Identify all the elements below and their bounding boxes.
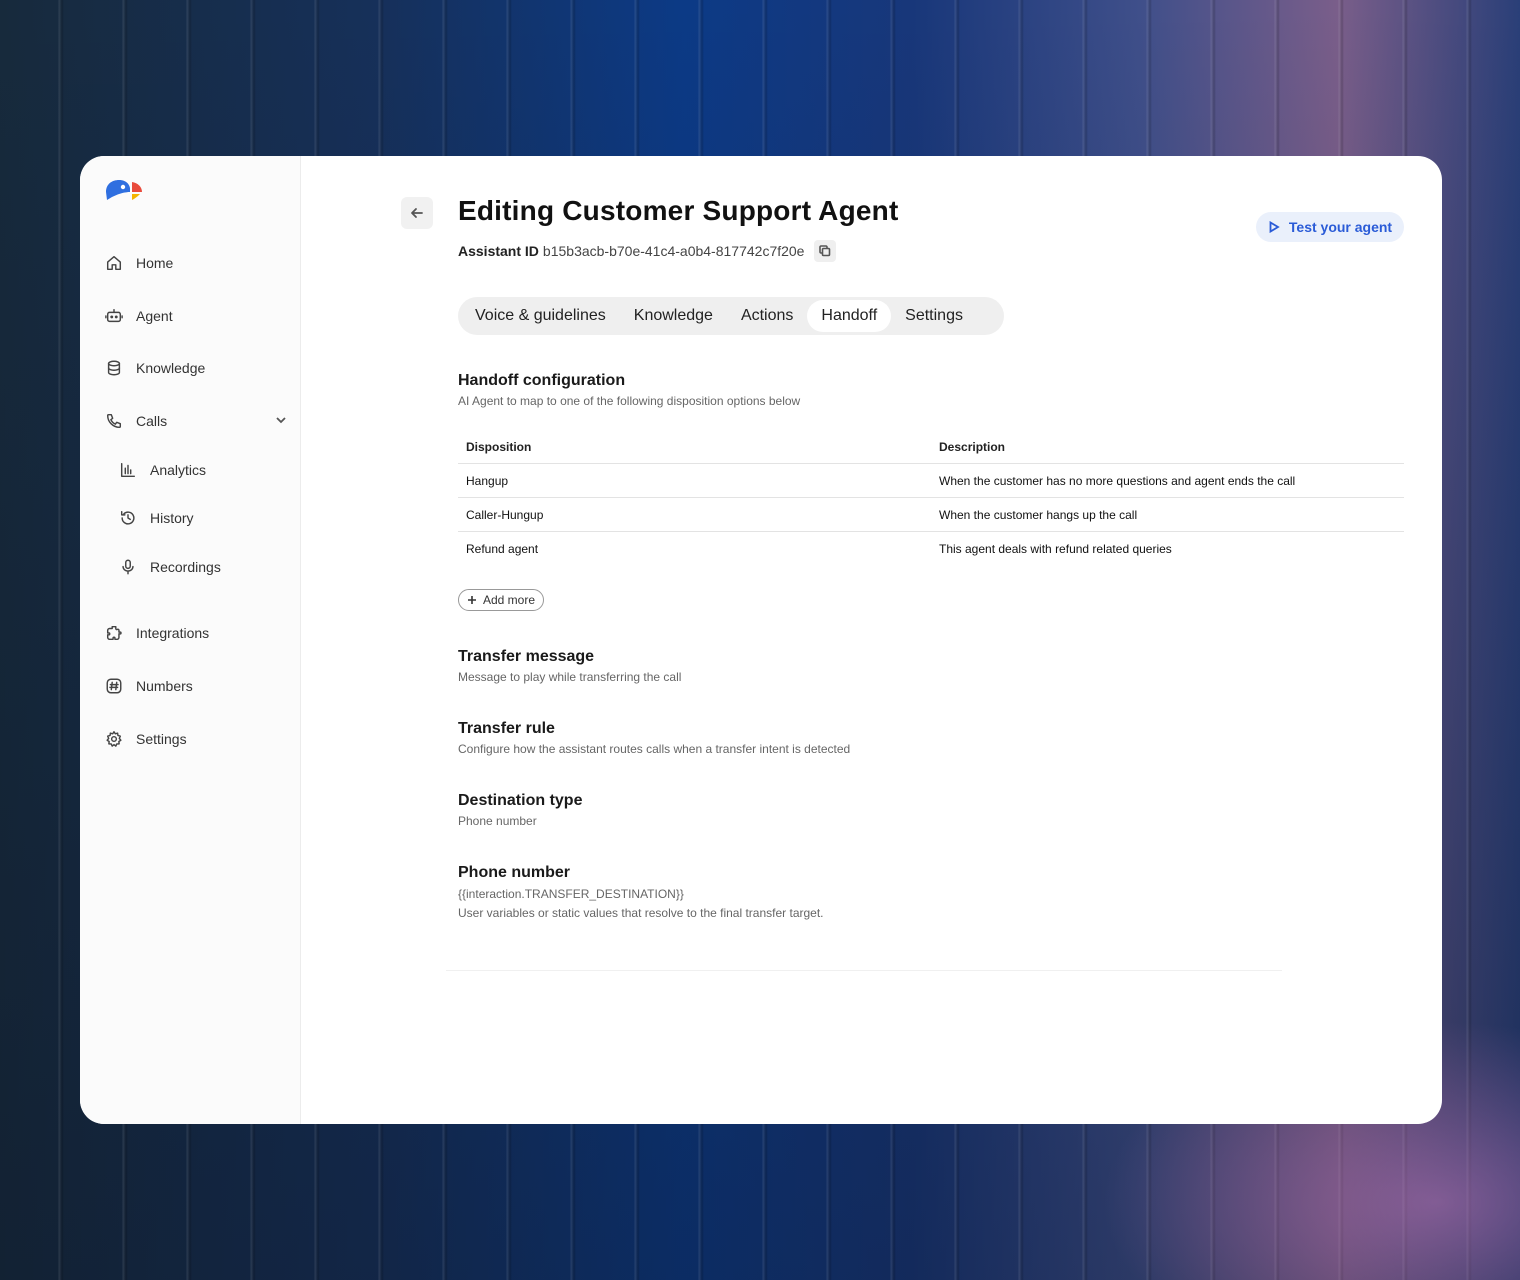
page-title: Editing Customer Support Agent (458, 195, 899, 226)
transfer-rule-subtitle: Configure how the assistant routes calls… (458, 742, 851, 756)
sidebar-item-label: Home (136, 255, 174, 271)
sidebar-item-knowledge[interactable]: Knowledge (104, 353, 294, 383)
sidebar-item-integrations[interactable]: Integrations (104, 618, 294, 648)
add-more-label: Add more (483, 593, 536, 607)
transfer-message-subtitle: Message to play while transferring the c… (458, 670, 682, 684)
gear-icon (104, 729, 124, 749)
back-button[interactable] (401, 197, 433, 229)
sidebar-item-label: History (150, 510, 194, 526)
sidebar-item-label: Recordings (150, 559, 221, 575)
play-icon (1269, 221, 1280, 233)
database-icon (104, 358, 124, 378)
tab-bar: Voice & guidelines Knowledge Actions Han… (458, 297, 1004, 335)
tab-actions[interactable]: Actions (727, 300, 807, 332)
main-content: Editing Customer Support Agent Assistant… (301, 156, 1442, 1124)
destination-type-value[interactable]: Phone number (458, 814, 537, 828)
copy-icon (819, 245, 831, 257)
destination-type-title: Destination type (458, 792, 583, 809)
description-cell: When the customer has no more questions … (939, 473, 1296, 488)
app-window: Home Agent Knowledge Calls Analytics His… (80, 156, 1442, 1124)
sidebar-item-label: Knowledge (136, 360, 206, 376)
hash-icon (104, 676, 124, 696)
table-header: Disposition Description (458, 430, 1404, 464)
disposition-table: Disposition Description Hangup When the … (458, 430, 1404, 566)
sidebar-item-recordings[interactable]: Recordings (118, 552, 288, 582)
sidebar-item-history[interactable]: History (118, 503, 288, 533)
transfer-rule-title: Transfer rule (458, 720, 555, 737)
sidebar-item-label: Calls (136, 413, 168, 429)
table-row[interactable]: Hangup When the customer has no more que… (458, 464, 1404, 498)
disposition-cell: Refund agent (466, 542, 539, 556)
test-agent-label: Test your agent (1288, 219, 1393, 235)
tab-knowledge[interactable]: Knowledge (620, 300, 727, 332)
sidebar-item-label: Numbers (136, 678, 193, 694)
home-icon (104, 253, 124, 273)
tab-settings[interactable]: Settings (891, 300, 977, 332)
assistant-id-row: Assistant ID b15b3acb-b70e-41c4-a0b4-817… (458, 240, 837, 262)
description-cell: This agent deals with refund related que… (939, 542, 1172, 556)
copy-button[interactable] (814, 240, 837, 262)
sidebar-item-analytics[interactable]: Analytics (118, 455, 288, 485)
sidebar-item-calls[interactable]: Calls (104, 406, 294, 436)
robot-icon (104, 306, 124, 326)
handoff-config-subtitle: AI Agent to map to one of the following … (458, 394, 801, 408)
phone-number-hint: User variables or static values that res… (458, 906, 824, 920)
puzzle-icon (104, 623, 124, 643)
microphone-icon (118, 557, 138, 577)
description-cell: When the customer hangs up the call (939, 507, 1138, 522)
test-agent-button[interactable]: Test your agent (1256, 212, 1404, 242)
sidebar-item-label: Agent (136, 308, 173, 324)
arrow-left-icon (411, 208, 423, 218)
history-icon (118, 508, 138, 528)
sidebar-item-label: Settings (136, 731, 187, 747)
assistant-id-value: b15b3acb-b70e-41c4-a0b4-817742c7f20e (542, 243, 805, 259)
assistant-id-label: Assistant ID (458, 243, 539, 259)
column-header-description: Description (939, 439, 1006, 454)
chevron-down-icon[interactable] (274, 413, 288, 427)
transfer-message-title: Transfer message (458, 648, 595, 665)
app-logo[interactable] (104, 178, 144, 204)
sidebar-item-numbers[interactable]: Numbers (104, 671, 294, 701)
sidebar-item-settings[interactable]: Settings (104, 724, 294, 754)
bar-chart-icon (118, 460, 138, 480)
column-header-disposition: Disposition (466, 439, 532, 454)
tab-voice-guidelines[interactable]: Voice & guidelines (461, 300, 620, 332)
phone-icon (104, 411, 124, 431)
divider (446, 970, 1282, 971)
table-row[interactable]: Refund agent This agent deals with refun… (458, 532, 1404, 566)
sidebar-item-label: Analytics (150, 462, 207, 478)
phone-number-title: Phone number (458, 864, 571, 881)
handoff-config-title: Handoff configuration (458, 372, 626, 389)
disposition-cell: Hangup (466, 473, 509, 488)
plus-icon (468, 596, 476, 604)
phone-number-value[interactable]: {{interaction.TRANSFER_DESTINATION}} (458, 887, 684, 901)
sidebar-item-label: Integrations (136, 625, 210, 641)
disposition-cell: Caller-Hungup (466, 507, 544, 522)
add-more-button[interactable]: Add more (458, 589, 545, 611)
sidebar: Home Agent Knowledge Calls Analytics His… (80, 156, 301, 1124)
sidebar-item-agent[interactable]: Agent (104, 301, 294, 331)
sidebar-item-home[interactable]: Home (104, 248, 294, 278)
table-row[interactable]: Caller-Hungup When the customer hangs up… (458, 498, 1404, 532)
tab-handoff[interactable]: Handoff (807, 300, 892, 332)
